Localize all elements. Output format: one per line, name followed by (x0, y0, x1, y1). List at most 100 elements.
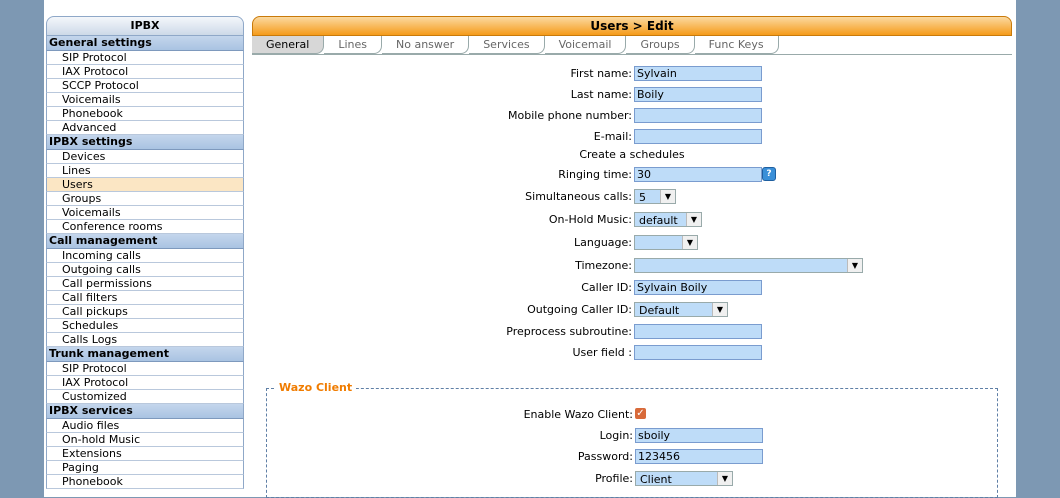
user-field-row: User field : (252, 343, 1012, 364)
tab-groups[interactable]: Groups (626, 36, 695, 54)
sidebar-item[interactable]: Schedules (46, 319, 244, 333)
tab-bar: General Lines No answer Services Voicemail Gr… (252, 36, 1012, 55)
sidebar-item[interactable]: Customized (46, 390, 244, 404)
tab-general[interactable]: General (252, 36, 325, 54)
enable-wazo-label: Enable Wazo Client: (523, 408, 633, 421)
sidebar-item[interactable]: Voicemails (46, 206, 244, 220)
sidebar-item[interactable]: SIP Protocol (46, 51, 244, 65)
sidebar-menu: General settings SIP Protocol IAX Protocol… (46, 36, 244, 489)
sidebar-item[interactable]: SCCP Protocol (46, 79, 244, 93)
tab-voicemail[interactable]: Voicemail (544, 36, 627, 54)
sidebar-item[interactable]: Advanced (46, 121, 244, 135)
user-field-label: User field : (572, 346, 632, 359)
login-label: Login: (599, 429, 633, 442)
mobile-row: Mobile phone number: (252, 106, 1012, 127)
password-row: Password: (253, 447, 1013, 468)
outgoing-caller-id-value: Default (639, 304, 680, 317)
ringing-time-input[interactable] (634, 167, 762, 182)
sidebar-item[interactable]: Conference rooms (46, 220, 244, 234)
outgoing-caller-id-row: Outgoing Caller ID: Default ▼ (252, 299, 1012, 322)
sidebar-item[interactable]: Lines (46, 164, 244, 178)
onhold-music-select[interactable]: default ▼ (634, 212, 702, 227)
chevron-down-icon: ▼ (682, 236, 697, 249)
ringing-time-label: Ringing time: (558, 168, 632, 181)
caller-id-input[interactable] (634, 280, 762, 295)
last-name-row: Last name: (252, 85, 1012, 106)
language-row: Language: ▼ (252, 232, 1012, 255)
password-input[interactable] (635, 449, 763, 464)
sidebar-item[interactable]: On-hold Music (46, 433, 244, 447)
sidebar-item[interactable]: Paging (46, 461, 244, 475)
caller-id-row: Caller ID: (252, 278, 1012, 299)
profile-select[interactable]: Client ▼ (635, 471, 733, 486)
sidebar-item[interactable]: Groups (46, 192, 244, 206)
enable-wazo-checkbox[interactable]: ✓ (635, 408, 646, 419)
email-label: E-mail: (593, 130, 632, 143)
user-field-input[interactable] (634, 345, 762, 360)
email-row: E-mail: (252, 127, 1012, 148)
first-name-input[interactable] (634, 66, 762, 81)
sidebar-item[interactable]: Phonebook (46, 107, 244, 121)
sidebar-section-title: Call management (46, 234, 244, 249)
onhold-music-value: default (639, 214, 678, 227)
sidebar-section-title: IPBX settings (46, 135, 244, 150)
login-row: Login: (253, 426, 1013, 447)
sidebar-item[interactable]: Call permissions (46, 277, 244, 291)
sidebar: IPBX General settings SIP Protocol IAX Pro… (46, 16, 244, 497)
first-name-row: First name: (252, 64, 1012, 85)
last-name-label: Last name: (570, 88, 632, 101)
sidebar-section-title: IPBX services (46, 404, 244, 419)
outgoing-caller-id-label: Outgoing Caller ID: (527, 303, 632, 316)
sidebar-title: IPBX (46, 16, 244, 36)
sidebar-item[interactable]: Audio files (46, 419, 244, 433)
sidebar-item[interactable]: Devices (46, 150, 244, 164)
chevron-down-icon: ▼ (686, 213, 701, 226)
sidebar-item[interactable]: Incoming calls (46, 249, 244, 263)
timezone-row: Timezone: ▼ (252, 255, 1012, 278)
chevron-down-icon: ▼ (660, 190, 675, 203)
login-input[interactable] (635, 428, 763, 443)
help-icon[interactable]: ? (762, 167, 776, 181)
wazo-client-legend: Wazo Client (275, 381, 357, 394)
ringing-time-row: Ringing time: ? (252, 165, 1012, 186)
sidebar-item[interactable]: Extensions (46, 447, 244, 461)
tab-no-answer[interactable]: No answer (382, 36, 470, 54)
sidebar-item[interactable]: Outgoing calls (46, 263, 244, 277)
preprocess-input[interactable] (634, 324, 762, 339)
simultaneous-calls-select[interactable]: 5 ▼ (634, 189, 676, 204)
tab-lines[interactable]: Lines (324, 36, 383, 54)
sidebar-item[interactable]: Call filters (46, 291, 244, 305)
onhold-music-label: On-Hold Music: (548, 213, 632, 226)
tab-func-keys[interactable]: Func Keys (694, 36, 779, 54)
wazo-client-form: Enable Wazo Client: ✓ Login: Password: P… (253, 405, 1013, 491)
language-label: Language: (574, 236, 632, 249)
enable-wazo-row: Enable Wazo Client: ✓ (253, 405, 1013, 426)
chevron-down-icon: ▼ (847, 259, 862, 272)
sidebar-item[interactable]: Calls Logs (46, 333, 244, 347)
simultaneous-calls-row: Simultaneous calls: 5 ▼ (252, 186, 1012, 209)
sidebar-item[interactable]: IAX Protocol (46, 376, 244, 390)
create-schedules-row: Create a schedules (252, 148, 1012, 165)
mobile-input[interactable] (634, 108, 762, 123)
preprocess-row: Preprocess subroutine: (252, 322, 1012, 343)
sidebar-item[interactable]: Voicemails (46, 93, 244, 107)
outgoing-caller-id-select[interactable]: Default ▼ (634, 302, 728, 317)
last-name-input[interactable] (634, 87, 762, 102)
profile-label: Profile: (595, 472, 633, 485)
main-panel: Users > Edit General Lines No answer Servic… (252, 16, 1013, 498)
onhold-music-row: On-Hold Music: default ▼ (252, 209, 1012, 232)
page-title: Users > Edit (252, 16, 1012, 36)
language-select[interactable]: ▼ (634, 235, 698, 250)
simultaneous-calls-label: Simultaneous calls: (525, 190, 632, 203)
sidebar-item[interactable]: SIP Protocol (46, 362, 244, 376)
tab-services[interactable]: Services (469, 36, 545, 54)
timezone-select[interactable]: ▼ (634, 258, 863, 273)
sidebar-item[interactable]: IAX Protocol (46, 65, 244, 79)
create-schedules-text: Create a schedules (579, 148, 685, 161)
sidebar-item[interactable]: Phonebook (46, 475, 244, 489)
sidebar-item[interactable]: Call pickups (46, 305, 244, 319)
sidebar-item[interactable]: Users (46, 178, 244, 192)
simultaneous-calls-value: 5 (639, 191, 646, 204)
timezone-label: Timezone: (575, 259, 632, 272)
email-input[interactable] (634, 129, 762, 144)
